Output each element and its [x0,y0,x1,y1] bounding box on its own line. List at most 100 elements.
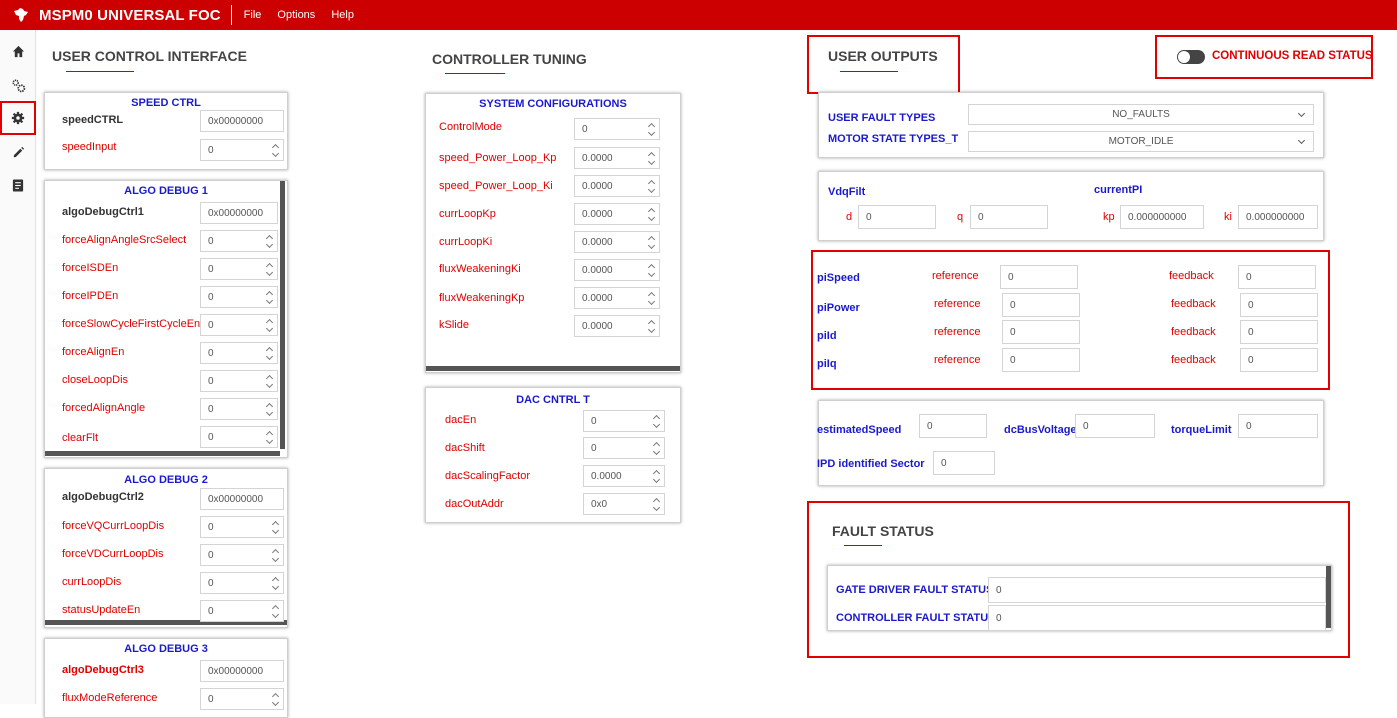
spinner-icon[interactable] [272,518,280,536]
spinner-icon[interactable] [266,344,274,362]
spinner-icon[interactable] [266,400,274,418]
sysconf-row-5-input[interactable]: 0.0000 [574,259,660,281]
spinner-icon[interactable] [653,439,661,457]
sysconf-row-2-value: 0.0000 [582,180,613,192]
sysconf-row-1-input[interactable]: 0.0000 [574,147,660,169]
sysconf-row-3-input[interactable]: 0.0000 [574,203,660,225]
pi-row-1-ref-input[interactable]: 0 [1002,293,1080,317]
sidebar-settings[interactable] [0,101,36,135]
chevron-down-icon [1297,136,1306,145]
sysconf-row-2-input[interactable]: 0.0000 [574,175,660,197]
algo1-row-1-label: forceAlignAngleSrcSelect [62,234,187,246]
spinner-icon[interactable] [648,120,656,138]
spinner-icon[interactable] [648,205,656,223]
spinner-icon[interactable] [648,149,656,167]
sysconf-row-0-input[interactable]: 0 [574,118,660,140]
estimated-speed-input[interactable]: 0 [919,414,987,438]
pi-row-3-fb-input[interactable]: 0 [1240,348,1318,372]
d-input[interactable]: 0 [858,205,936,229]
algo2-row-1-input[interactable]: 0 [200,516,284,538]
motor-state-select[interactable]: MOTOR_IDLE [968,131,1314,152]
spinner-icon[interactable] [648,177,656,195]
spinner-icon[interactable] [272,690,280,708]
dac-row-2-input[interactable]: 0.0000 [583,465,665,487]
algo1-row-1-input[interactable]: 0 [200,230,278,252]
spinner-icon[interactable] [272,574,280,592]
user-fault-types-select[interactable]: NO_FAULTS [968,104,1314,125]
algo1-scrollbar[interactable] [280,181,285,449]
algo1-row-6-input[interactable]: 0 [200,370,278,392]
torque-limit-input[interactable]: 0 [1238,414,1318,438]
algo3-row-0-input[interactable]: 0x00000000 [200,660,284,682]
spinner-icon[interactable] [266,232,274,250]
dac-row-0-input[interactable]: 0 [583,410,665,432]
spinner-icon[interactable] [272,141,280,159]
spinner-icon[interactable] [266,316,274,334]
ipd-sector-input[interactable]: 0 [933,451,995,475]
spinner-icon[interactable] [272,546,280,564]
pi-row-3-ref-input[interactable]: 0 [1002,348,1080,372]
sidebar-settings-dual[interactable] [0,68,36,102]
dac-row-3-input[interactable]: 0x0 [583,493,665,515]
ki-input[interactable]: 0.000000000 [1238,205,1318,229]
menu-help[interactable]: Help [331,9,354,21]
dac-row-1-input[interactable]: 0 [583,437,665,459]
algo2-row-4-input[interactable]: 0 [200,600,284,622]
pi-row-2-fb-input[interactable]: 0 [1240,320,1318,344]
pi-row-1-fb-input[interactable]: 0 [1240,293,1318,317]
sidebar-edit[interactable] [0,135,36,169]
dcbus-input[interactable]: 0 [1075,414,1155,438]
algo1-row-3-input[interactable]: 0 [200,286,278,308]
pi-row-3-fb-label: feedback [1171,354,1216,366]
fault-scrollbar[interactable] [1326,566,1331,628]
algo2-row-0-input[interactable]: 0x00000000 [200,488,284,510]
user-control-title: USER CONTROL INTERFACE [52,48,247,64]
torque-limit-value: 0 [1246,420,1252,432]
spinner-icon[interactable] [653,495,661,513]
spinner-icon[interactable] [648,261,656,279]
pi-row-0-ref-label: reference [932,270,979,282]
controller-fault-input[interactable]: 0 [988,605,1326,631]
algo1-row-0-input[interactable]: 0x00000000 [200,202,278,224]
sysconf-row-7-input[interactable]: 0.0000 [574,315,660,337]
sysconf-row-4-input[interactable]: 0.0000 [574,231,660,253]
spinner-icon[interactable] [266,372,274,390]
sysconf-row-6-input[interactable]: 0.0000 [574,287,660,309]
algo1-row-2-input[interactable]: 0 [200,258,278,280]
q-input[interactable]: 0 [970,205,1048,229]
algo3-row-1-input[interactable]: 0 [200,688,284,710]
sysconf-hscrollbar[interactable] [426,366,680,371]
spinner-icon[interactable] [266,288,274,306]
algo2-row-3-input[interactable]: 0 [200,572,284,594]
spinner-icon[interactable] [653,412,661,430]
pi-row-0-fb-input[interactable]: 0 [1238,265,1316,289]
algo2-row-2-input[interactable]: 0 [200,544,284,566]
algo1-row-8-value: 0 [208,431,214,443]
pi-row-0-ref-input[interactable]: 0 [1000,265,1078,289]
algo1-row-4-input[interactable]: 0 [200,314,278,336]
speedinput-input[interactable]: 0 [200,139,284,161]
algo1-row-7-input[interactable]: 0 [200,398,278,420]
gate-driver-fault-input[interactable]: 0 [988,577,1326,603]
spinner-icon[interactable] [648,317,656,335]
algo3-row-1-value: 0 [208,693,214,705]
pi-row-2-ref-input[interactable]: 0 [1002,320,1080,344]
pi-row-1-fb-value: 0 [1248,299,1254,311]
spinner-icon[interactable] [648,233,656,251]
menu-file[interactable]: File [244,9,262,21]
algo1-row-0-label: algoDebugCtrl1 [62,206,144,218]
spinner-icon[interactable] [648,289,656,307]
continuous-read-toggle[interactable] [1177,50,1205,64]
sidebar-docs[interactable] [0,168,36,202]
sidebar-home[interactable] [0,34,36,68]
spinner-icon[interactable] [266,260,274,278]
speedctrl-input[interactable]: 0x00000000 [200,110,284,132]
algo1-hscrollbar[interactable] [45,451,280,456]
spinner-icon[interactable] [653,467,661,485]
spinner-icon[interactable] [266,428,274,446]
algo1-row-8-input[interactable]: 0 [200,426,278,448]
kp-input[interactable]: 0.000000000 [1120,205,1204,229]
algo1-row-5-input[interactable]: 0 [200,342,278,364]
spinner-icon[interactable] [272,602,280,620]
menu-options[interactable]: Options [277,9,315,21]
